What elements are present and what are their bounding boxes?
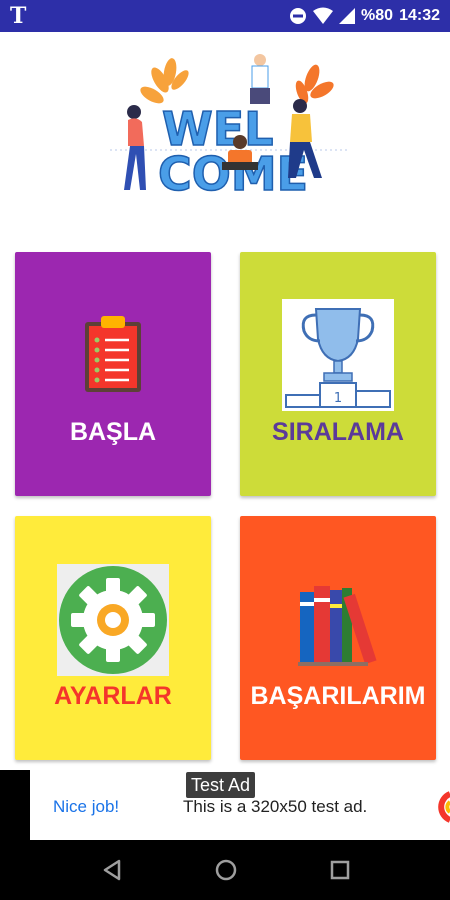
wifi-icon: [313, 7, 334, 24]
home-icon[interactable]: [214, 858, 238, 882]
achievements-button[interactable]: BAŞARILARIM: [240, 516, 436, 760]
books-icon: [298, 586, 377, 666]
back-icon[interactable]: [101, 858, 123, 882]
svg-text:1: 1: [334, 391, 342, 406]
dnd-icon: [290, 8, 307, 24]
ranking-button[interactable]: 1 SIRALAMA: [240, 252, 436, 496]
status-icons: %80 14:32: [289, 7, 440, 25]
settings-label: AYARLAR: [54, 682, 172, 710]
clipboard-checklist-icon: [85, 316, 141, 392]
battery-percent: %80: [361, 7, 394, 24]
status-bar: T %80 14:32: [0, 0, 450, 32]
trophy-icon: 1: [282, 299, 394, 411]
settings-button[interactable]: AYARLAR: [15, 516, 211, 760]
signal-icon: [339, 8, 356, 24]
start-button[interactable]: BAŞLA: [15, 252, 211, 496]
ad-badge: Test Ad: [186, 772, 256, 798]
achievements-label: BAŞARILARIM: [250, 682, 426, 710]
gear-icon: [57, 564, 169, 676]
ad-nice-text[interactable]: Nice job!: [53, 797, 119, 817]
ad-logo-icon: [438, 791, 450, 823]
navigation-bar: [0, 840, 450, 900]
ad-description: This is a 320x50 test ad.: [183, 797, 368, 816]
start-label: BAŞLA: [69, 418, 157, 446]
recents-icon[interactable]: [329, 858, 351, 882]
welcome-illustration: WEL COME: [110, 54, 350, 200]
app-notification-icon: T: [10, 3, 27, 29]
ranking-label: SIRALAMA: [272, 418, 404, 446]
clock: 14:32: [399, 7, 440, 24]
